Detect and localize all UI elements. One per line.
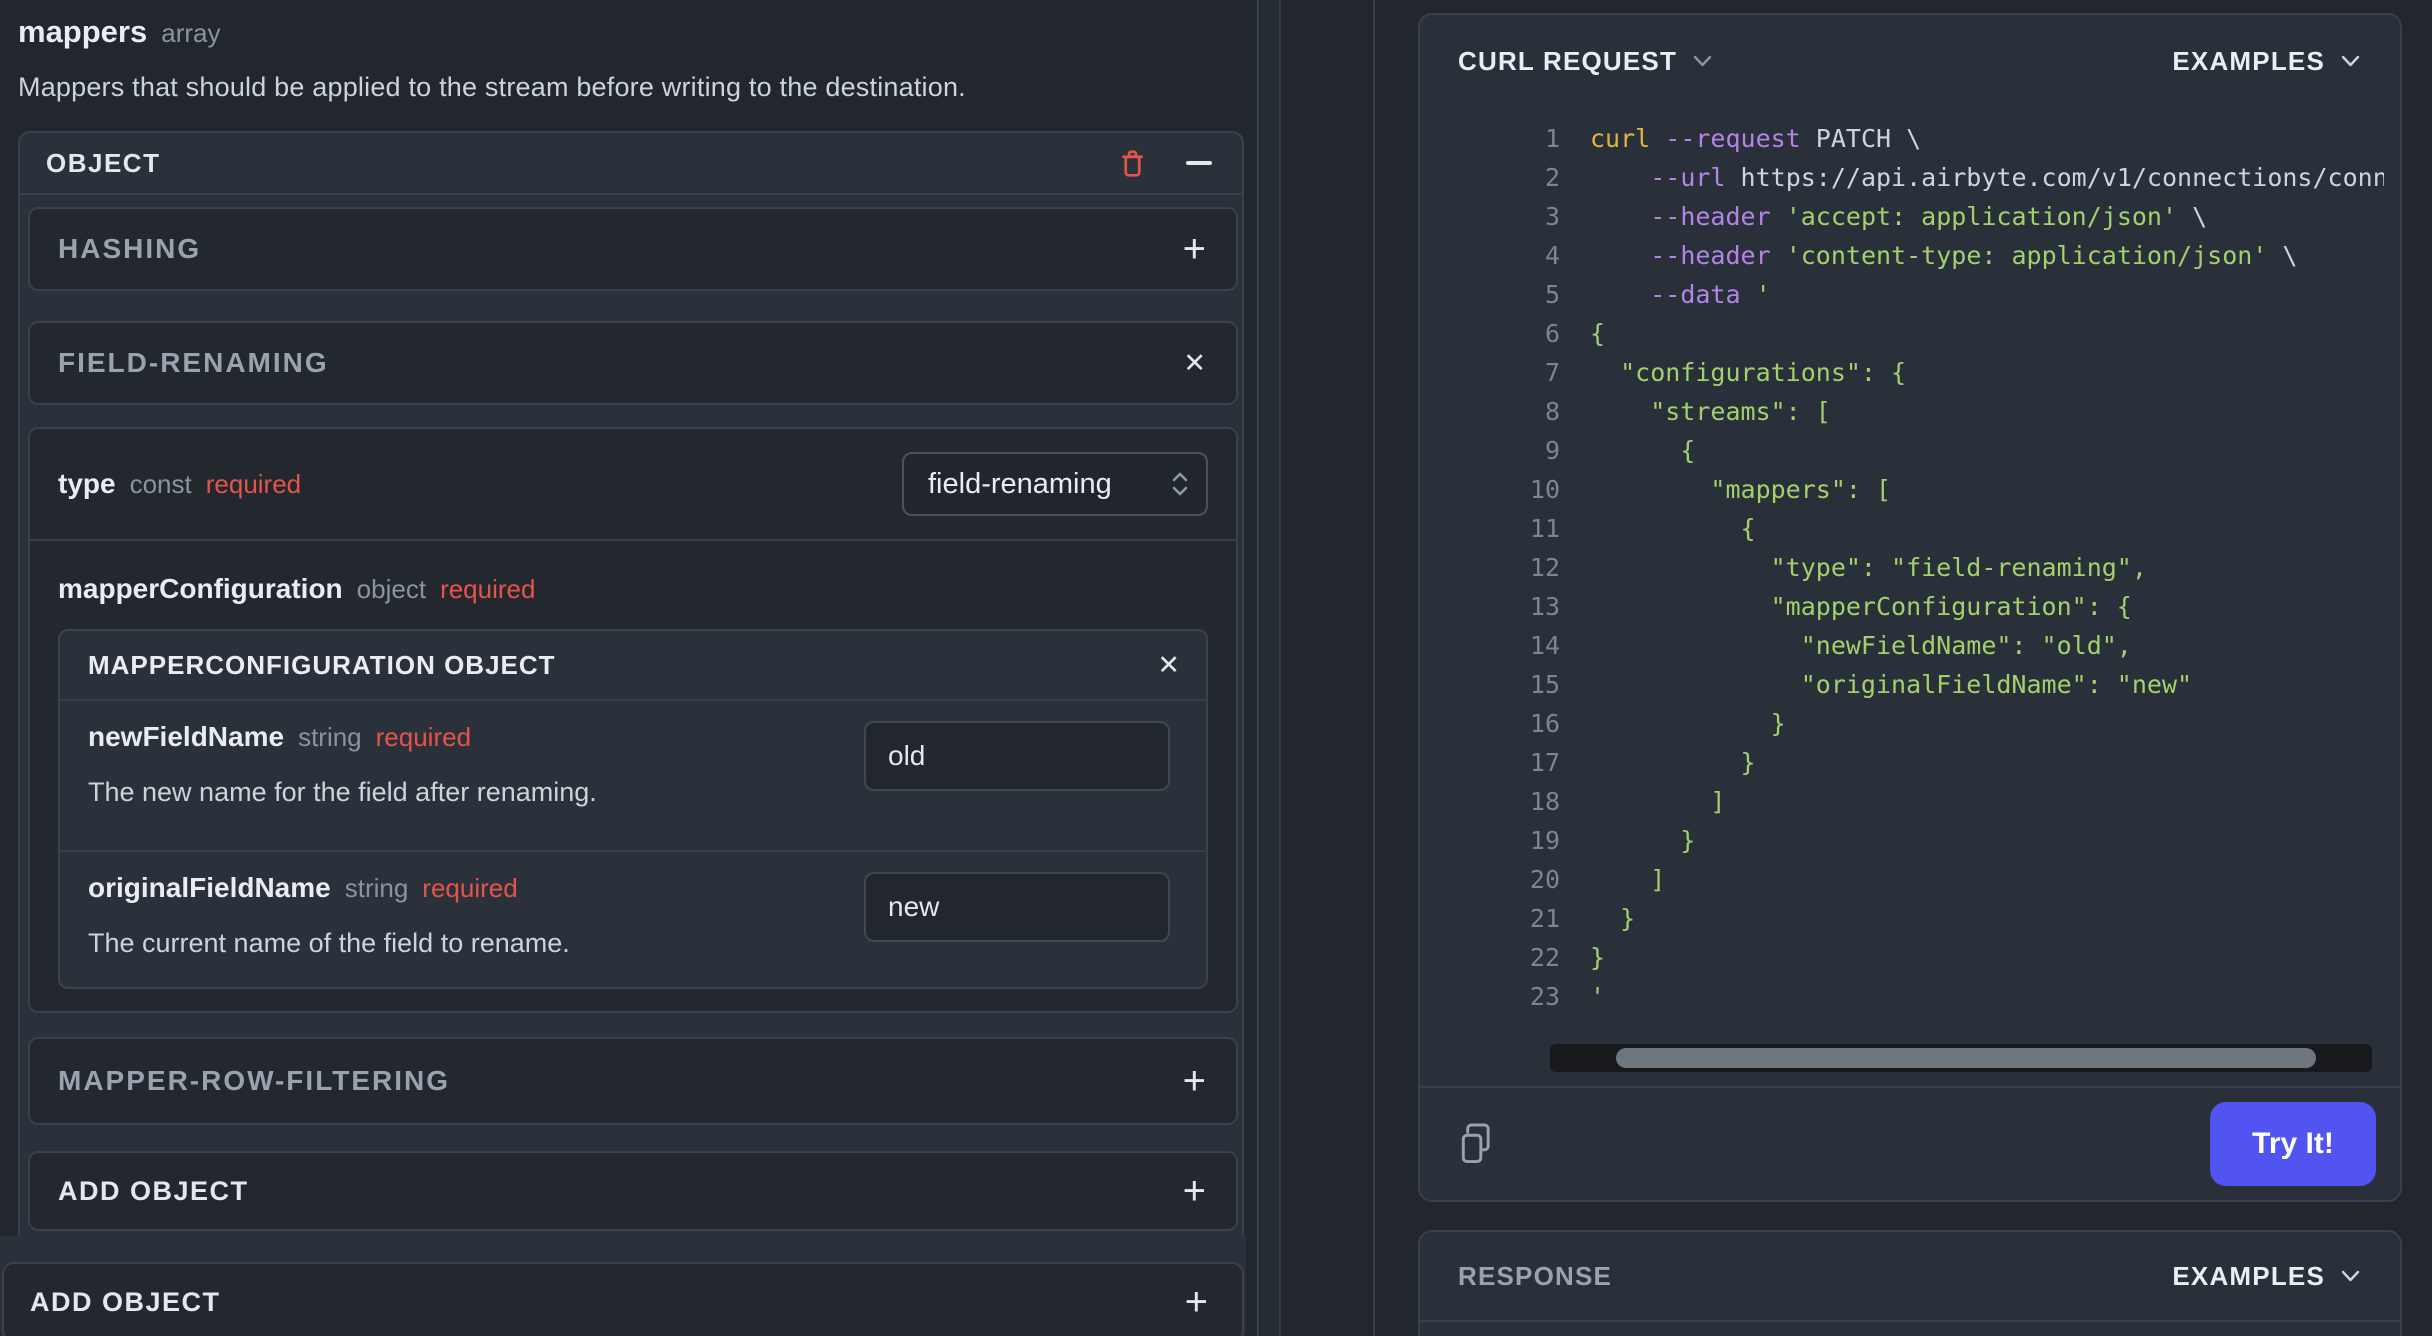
add-object-button-inner[interactable]: ADD OBJECT + — [28, 1151, 1238, 1231]
type-field-row: type const required field-renaming — [30, 429, 1236, 541]
select-stepper-icon — [1170, 469, 1190, 499]
mapper-configuration-kind: object — [356, 574, 427, 604]
chevron-down-icon — [2341, 55, 2360, 67]
response-title: RESPONSE — [1458, 1260, 1613, 1291]
plus-icon: + — [1182, 227, 1206, 271]
mapper-configuration-section: mapperConfiguration object required MAPP… — [30, 541, 1236, 1011]
original-field-name-label: originalFieldName — [88, 872, 331, 903]
new-field-name-description: The new name for the field after renamin… — [88, 777, 597, 807]
new-field-name-label: newFieldName — [88, 721, 285, 752]
field-title-row: mappers array — [18, 14, 1257, 50]
mapper-configuration-required-badge: required — [440, 574, 536, 604]
add-object-label: ADD OBJECT — [30, 1286, 221, 1317]
curl-request-title: CURL REQUEST — [1458, 45, 1678, 76]
code-lines: 1 curl --request PATCH \ 2 --url https://a… — [1529, 124, 2384, 1011]
response-card: RESPONSE EXAMPLES — [1418, 1230, 2402, 1336]
hashing-section-title: HASHING — [58, 233, 202, 264]
curl-request-card: CURL REQUEST EXAMPLES 1 curl --request PA… — [1418, 13, 2402, 1202]
copy-code-button[interactable] — [1456, 1122, 1494, 1166]
add-object-label: ADD OBJECT — [58, 1175, 249, 1206]
minus-icon — [1186, 161, 1212, 165]
new-field-name-input[interactable] — [864, 721, 1170, 791]
chevron-down-icon — [2341, 1270, 2360, 1282]
code-horizontal-scrollbar[interactable] — [1550, 1044, 2372, 1072]
add-object-button-outer[interactable]: ADD OBJECT + — [2, 1262, 1244, 1336]
scrollbar-thumb[interactable] — [1616, 1048, 2316, 1068]
response-examples-dropdown[interactable]: EXAMPLES — [2172, 1261, 2360, 1292]
response-body — [1420, 1320, 2400, 1336]
original-field-name-required-badge: required — [422, 873, 518, 903]
plus-icon: + — [1184, 1280, 1208, 1324]
type-field-required-badge: required — [205, 469, 302, 499]
curl-code-block[interactable]: 1 curl --request PATCH \ 2 --url https://a… — [1420, 91, 2400, 1072]
left-pane-scrollbar[interactable] — [1261, 0, 1281, 1336]
object-card-title: OBJECT — [46, 147, 161, 178]
trash-icon — [1119, 148, 1146, 179]
object-card: OBJECT HASHING + FIELD-RENAMING ✕ type c… — [18, 131, 1244, 1247]
plus-icon: + — [1182, 1059, 1206, 1103]
curl-examples-label: EXAMPLES — [2172, 45, 2325, 76]
plus-icon: + — [1182, 1169, 1206, 1213]
mapper-configuration-object-box: MAPPERCONFIGURATION OBJECT ✕ newFieldNam… — [58, 629, 1208, 989]
mapper-configuration-object-title: MAPPERCONFIGURATION OBJECT — [88, 649, 556, 680]
type-field-name: type — [58, 468, 116, 499]
close-icon: ✕ — [1157, 649, 1180, 680]
delete-object-button[interactable] — [1119, 148, 1146, 179]
original-field-name-row: originalFieldName string required The cu… — [60, 850, 1206, 987]
field-name-heading: mappers — [18, 14, 148, 49]
mapper-row-filtering-section-toggle[interactable]: MAPPER-ROW-FILTERING + — [28, 1037, 1238, 1125]
field-type-label: array — [161, 18, 221, 48]
mapper-configuration-name: mapperConfiguration — [58, 573, 343, 604]
chevron-down-icon — [1693, 55, 1712, 67]
new-field-name-row: newFieldName string required The new nam… — [60, 701, 1206, 850]
field-renaming-body: type const required field-renaming mappe… — [28, 427, 1238, 1013]
field-renaming-section-toggle[interactable]: FIELD-RENAMING ✕ — [28, 321, 1238, 405]
hashing-section-toggle[interactable]: HASHING + — [28, 207, 1238, 291]
type-select-value: field-renaming — [928, 467, 1112, 500]
curl-request-dropdown[interactable]: CURL REQUEST — [1458, 46, 1712, 77]
new-field-name-required-badge: required — [375, 722, 472, 752]
curl-examples-dropdown[interactable]: EXAMPLES — [2172, 46, 2360, 77]
type-field-kind: const — [129, 469, 192, 499]
try-it-button[interactable]: Try It! — [2210, 1102, 2376, 1186]
copy-icon — [1456, 1122, 1494, 1166]
mapper-row-filtering-section-title: MAPPER-ROW-FILTERING — [58, 1065, 450, 1096]
mapper-configuration-object-header: MAPPERCONFIGURATION OBJECT ✕ — [60, 631, 1206, 701]
type-select[interactable]: field-renaming — [902, 452, 1208, 516]
original-field-name-description: The current name of the field to rename. — [88, 928, 570, 958]
response-examples-label: EXAMPLES — [2172, 1260, 2325, 1291]
api-console-pane: CURL REQUEST EXAMPLES 1 curl --request PA… — [1375, 0, 2432, 1336]
collapse-object-button[interactable] — [1186, 161, 1212, 165]
original-field-name-kind: string — [344, 873, 409, 903]
object-card-header: OBJECT — [20, 133, 1242, 195]
close-icon: ✕ — [1183, 347, 1206, 378]
field-renaming-section-title: FIELD-RENAMING — [58, 347, 329, 378]
original-field-name-input[interactable] — [864, 872, 1170, 942]
new-field-name-kind: string — [298, 722, 362, 752]
schema-explorer-pane: mappers array Mappers that should be app… — [0, 0, 1259, 1336]
field-description: Mappers that should be applied to the st… — [18, 72, 966, 102]
close-mapper-configuration-button[interactable]: ✕ — [1157, 649, 1180, 680]
